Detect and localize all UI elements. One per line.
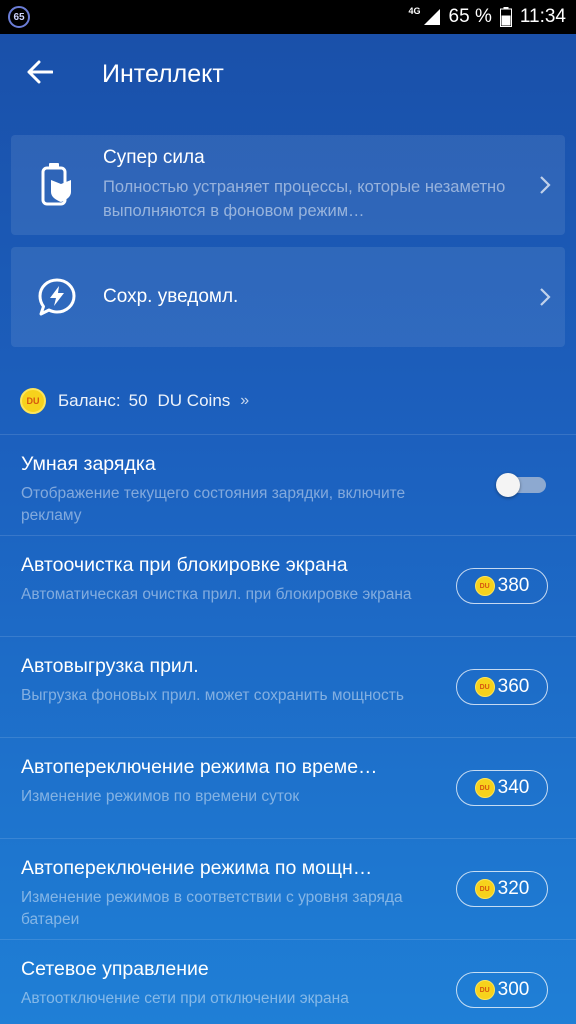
feature-description: Автоматическая очистка прил. при блокиро…: [21, 586, 412, 603]
feature-row-auto-unload[interactable]: Автовыгрузка прил. Выгрузка фоновых прил…: [0, 636, 576, 736]
smart-charging-toggle[interactable]: [496, 473, 548, 497]
card-title: Супер сила: [103, 147, 205, 168]
app-bar: Интеллект: [0, 34, 576, 114]
back-button[interactable]: [0, 34, 80, 114]
feature-title: Автопереключение режима по време…: [21, 756, 378, 778]
balance-value: 50: [128, 391, 148, 410]
battery-icon: [499, 7, 512, 27]
feature-description: Выгрузка фоновых прил. может сохранить м…: [21, 687, 404, 704]
price-value: 320: [497, 878, 530, 899]
unlock-price-button[interactable]: DU 300: [456, 972, 548, 1008]
price-value: 300: [497, 979, 530, 1000]
coin-balance[interactable]: DU Баланс: 50 DU Coins »: [20, 386, 249, 416]
price-value: 360: [497, 676, 530, 697]
feature-row-time-mode-switch[interactable]: Автопереключение режима по време… Измене…: [0, 737, 576, 837]
unlock-price-button[interactable]: DU 340: [456, 770, 548, 806]
feature-row-network-control[interactable]: Сетевое управление Автоотключение сети п…: [0, 939, 576, 1024]
feature-row-power-mode-switch[interactable]: Автопереключение режима по мощн… Изменен…: [0, 838, 576, 938]
feature-title: Автовыгрузка прил.: [21, 655, 199, 677]
price-value: 340: [497, 777, 530, 798]
du-coin-icon: DU: [474, 576, 495, 596]
feature-row-smart-charging[interactable]: Умная зарядка Отображение текущего состо…: [0, 434, 576, 534]
network-type: 4G: [408, 6, 421, 16]
save-notifications-card[interactable]: Сохр. уведомл.: [11, 247, 565, 347]
price-value: 380: [497, 575, 530, 596]
balance-label: Баланс:: [58, 391, 121, 410]
feature-title: Автопереключение режима по мощн…: [21, 857, 373, 879]
toggle-knob: [496, 473, 520, 497]
signal-icon: [423, 8, 441, 26]
feature-description: Изменение режимов в соответствии с уровн…: [21, 889, 403, 928]
unlock-price-button[interactable]: DU 320: [456, 871, 548, 907]
super-power-card[interactable]: Супер сила Полностью устраняет процессы,…: [11, 135, 565, 235]
notification-badge: 65: [8, 6, 30, 28]
unlock-price-button[interactable]: DU 360: [456, 669, 548, 705]
du-coin-icon: DU: [474, 980, 495, 1000]
du-coin-icon: DU: [474, 879, 495, 899]
du-coin-icon: DU: [474, 778, 495, 798]
feature-description: Автоотключение сети при отключении экран…: [21, 990, 349, 1007]
battery-shield-icon: [11, 162, 103, 208]
du-coin-icon: DU: [20, 388, 46, 414]
balance-unit: DU Coins: [157, 391, 231, 410]
battery-percent: 65 %: [448, 6, 492, 27]
feature-row-auto-clean[interactable]: Автоочистка при блокировке экрана Автома…: [0, 535, 576, 635]
arrow-left-icon: [27, 60, 54, 89]
feature-description: Изменение режимов по времени суток: [21, 788, 300, 805]
page-title: Интеллект: [102, 59, 224, 88]
feature-description: Отображение текущего состояния зарядки, …: [21, 485, 406, 524]
status-bar: 65 4G 65 % 11:34: [0, 0, 576, 34]
du-coin-icon: DU: [474, 677, 495, 697]
lightning-chat-icon: [11, 276, 103, 318]
double-chevron-right-icon: »: [240, 392, 249, 409]
feature-title: Автоочистка при блокировке экрана: [21, 554, 348, 576]
card-title: Сохр. уведомл.: [103, 286, 239, 307]
feature-title: Умная зарядка: [21, 453, 156, 475]
card-description: Полностью устраняет процессы, которые не…: [103, 178, 506, 220]
unlock-price-button[interactable]: DU 380: [456, 568, 548, 604]
chevron-right-icon: [525, 287, 565, 307]
chevron-right-icon: [525, 175, 565, 195]
clock: 11:34: [519, 6, 566, 27]
feature-title: Сетевое управление: [21, 958, 209, 980]
